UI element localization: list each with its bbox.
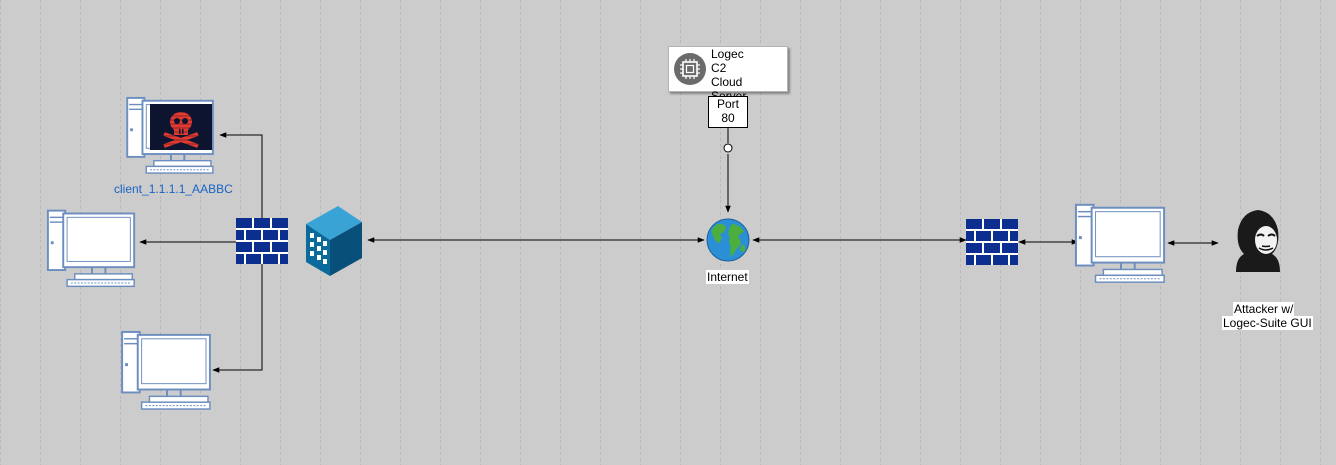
attacker-label-line1: Attacker w/ [1233, 302, 1295, 316]
hooded-hacker-icon[interactable] [1236, 210, 1280, 272]
port-node[interactable]: Port 80 [708, 96, 748, 128]
port-socket-icon [723, 143, 733, 153]
port-label: Port 80 [716, 97, 739, 125]
firewall-icon[interactable] [966, 219, 1018, 265]
c2-server-label: Logec C2 Cloud Server [711, 47, 746, 103]
firewall-icon[interactable] [236, 218, 288, 264]
cpu-chip-icon [674, 53, 706, 85]
infected-client-label: client_1.1.1.1_AABBC [114, 182, 233, 196]
c2-server-node[interactable]: Logec C2 Cloud Server [668, 46, 788, 103]
internet-label: Internet [706, 270, 749, 284]
globe-icon[interactable] [706, 218, 750, 262]
attacker-label-line2: Logec-Suite GUI [1222, 316, 1313, 330]
